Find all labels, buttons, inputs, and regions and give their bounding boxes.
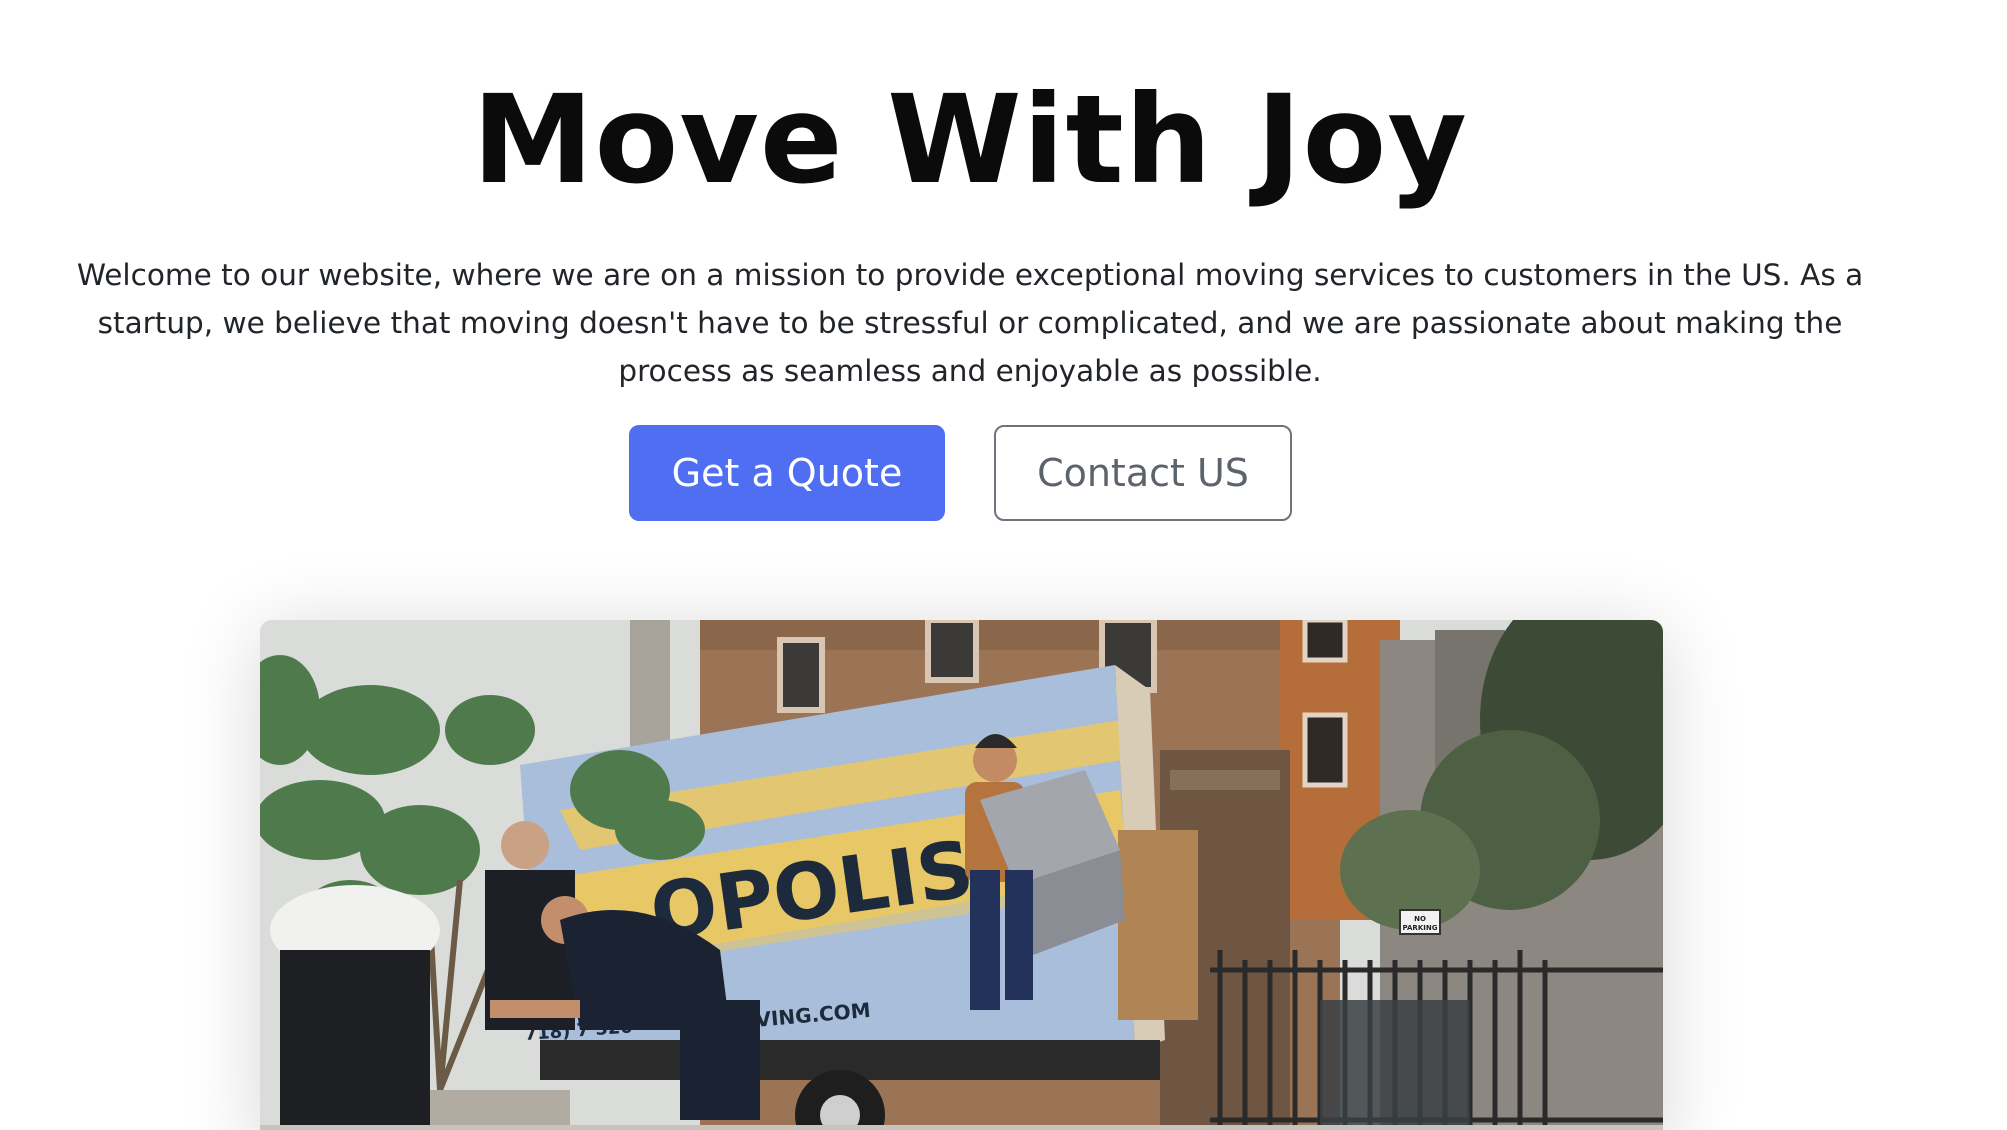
moving-truck-photo: NO PARKING OPOLIS G 718 xyxy=(260,620,1663,1130)
svg-text:PARKING: PARKING xyxy=(1403,924,1438,932)
contact-us-button[interactable]: Contact US xyxy=(994,425,1292,521)
hero-photo: NO PARKING OPOLIS G 718 xyxy=(260,620,1663,1130)
intro-paragraph: Welcome to our website, where we are on … xyxy=(76,258,1864,388)
svg-text:NO: NO xyxy=(1414,915,1426,923)
page-title: Move With Joy xyxy=(472,69,1468,211)
get-quote-button[interactable]: Get a Quote xyxy=(629,425,945,521)
landing-page: Move With Joy Welcome to our website, wh… xyxy=(0,0,2007,1130)
